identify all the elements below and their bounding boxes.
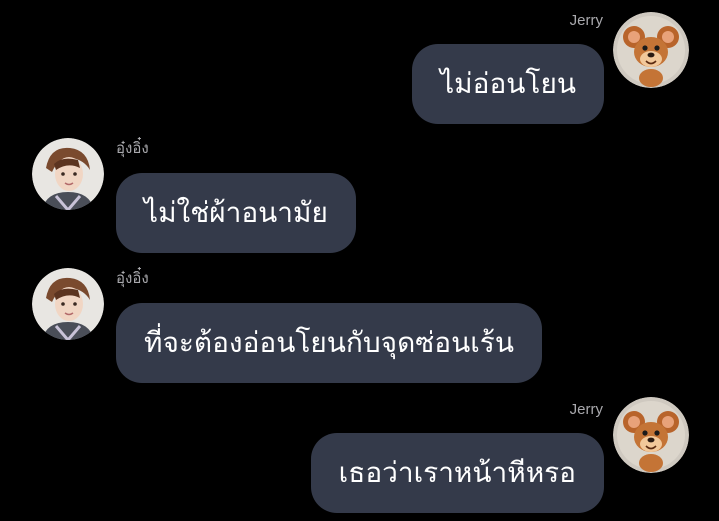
message-bubble[interactable]: เธอว่าเราหน้าหีหรอ — [310, 433, 604, 513]
message-bubble[interactable]: ไม่อ่อนโยน — [412, 44, 604, 124]
profile-photo-avatar-icon — [32, 138, 104, 210]
sender-name: Jerry — [569, 12, 603, 29]
message-bubble[interactable]: ที่จะต้องอ่อนโยนกับจุดซ่อนเร้น — [116, 303, 542, 383]
sender-name: Jerry — [569, 401, 603, 418]
jerry-mouse-avatar-icon — [613, 12, 689, 88]
jerry-avatar[interactable] — [613, 397, 689, 473]
sender-name: อุ๋งอิ๋ง — [116, 140, 149, 157]
jerry-mouse-avatar-icon — [613, 397, 689, 473]
user-avatar[interactable] — [32, 268, 104, 340]
profile-photo-avatar-icon — [32, 268, 104, 340]
jerry-avatar[interactable] — [613, 12, 689, 88]
message-bubble[interactable]: ไม่ใช่ผ้าอนามัย — [116, 173, 356, 253]
sender-name: อุ๋งอิ๋ง — [116, 270, 149, 287]
user-avatar[interactable] — [32, 138, 104, 210]
